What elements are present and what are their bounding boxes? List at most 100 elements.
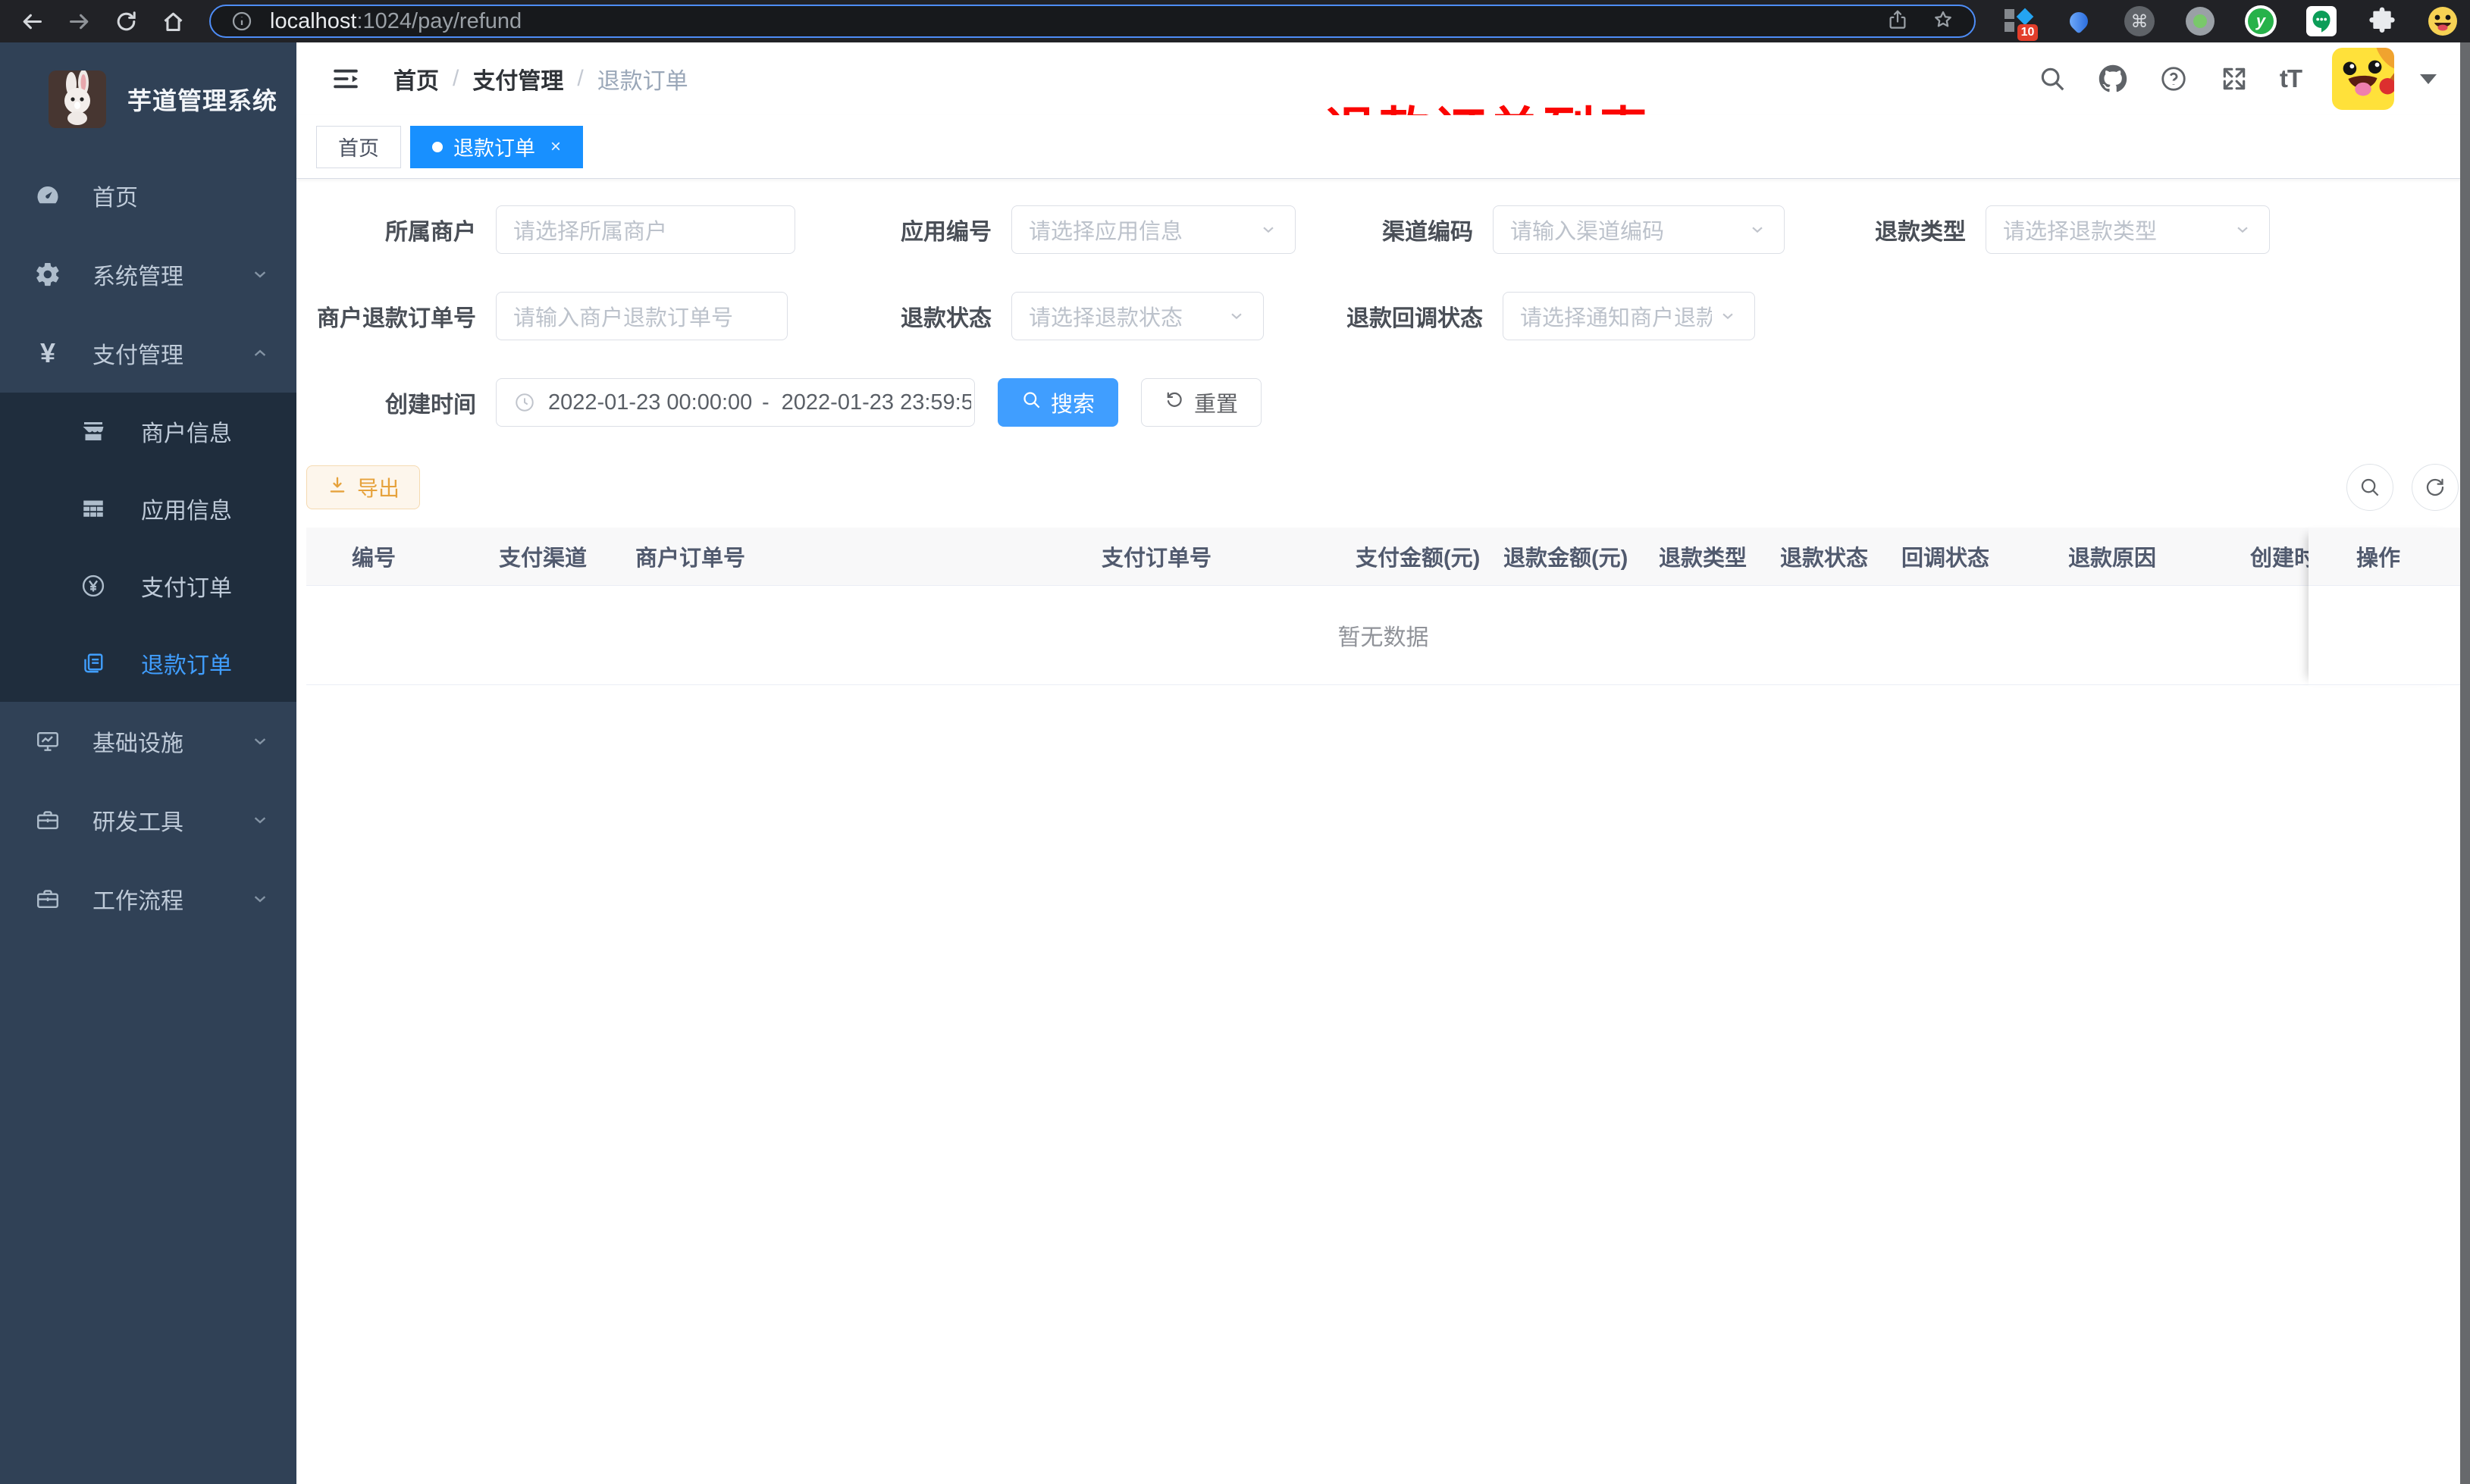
forward-icon[interactable]: [64, 6, 94, 36]
share-icon[interactable]: [1886, 8, 1909, 35]
search-button[interactable]: 搜索: [998, 378, 1119, 427]
recorder-extension-icon[interactable]: [2183, 5, 2217, 38]
page-scrollbar[interactable]: [2460, 42, 2470, 1484]
url-host: localhost: [270, 8, 357, 33]
avatar[interactable]: [2332, 48, 2394, 110]
table-header-cell: 支付订单号: [1102, 546, 1212, 571]
site-info-icon[interactable]: [230, 10, 253, 33]
sidebar: 芋道管理系统 首页 系统管理 ¥ 支付管理商户信息 应用信息支付订单退款订单基础设施研发…: [0, 42, 296, 1484]
create-time-range-picker[interactable]: 2022-01-23 00:00:00-2022-01-23 23:59:59: [496, 378, 975, 427]
table-fixed-body: [2309, 586, 2460, 685]
sidebar-item-merchant[interactable]: 商户信息: [0, 393, 296, 470]
y-extension-icon[interactable]: y: [2244, 5, 2277, 38]
content: 所属商户 请选择所属商户 应用编号 请选择应用信息 渠道编码 请输入渠道编码 退款类型 请选择…: [296, 179, 2470, 686]
close-icon[interactable]: ×: [550, 136, 561, 158]
filter-row: 所属商户 请选择所属商户 应用编号 请选择应用信息 渠道编码 请输入渠道编码 退款类型 请选择…: [306, 205, 2460, 255]
address-bar[interactable]: localhost:1024/pay/refund: [209, 5, 1976, 38]
filter-field-merchant-refund-no: 商户退款订单号 请输入商户退款订单号: [306, 292, 788, 340]
chevron-down-icon: [1718, 306, 1738, 326]
sidebar-item-label: 工作流程: [92, 889, 183, 914]
page-header: 首页/支付管理/退款订单 退款订单列表 tT: [296, 42, 2470, 161]
reset-button[interactable]: 重置: [1141, 378, 1262, 427]
filter-field-refund-status: 退款状态 请选择退款状态: [788, 292, 1264, 340]
emoji-extension-icon[interactable]: [2426, 5, 2459, 38]
merchant-input[interactable]: 请选择所属商户: [496, 205, 795, 254]
chevron-down-icon: [249, 809, 271, 831]
sidebar-item-system[interactable]: 系统管理: [0, 235, 296, 314]
download-icon: [327, 474, 348, 501]
empty-placeholder: 暂无数据: [306, 586, 2460, 685]
filter-label: 创建时间: [385, 393, 476, 418]
puzzle-extension-icon[interactable]: [2365, 5, 2399, 38]
chevron-down-icon[interactable]: [2420, 74, 2437, 84]
merchant-refund-no-input[interactable]: 请输入商户退款订单号: [496, 292, 788, 340]
sidebar-item-pay[interactable]: ¥ 支付管理: [0, 314, 296, 393]
channel-code-select[interactable]: 请输入渠道编码: [1493, 205, 1785, 254]
refresh-button[interactable]: [2412, 464, 2459, 511]
command-extension-icon[interactable]: ⌘: [2123, 5, 2156, 38]
table-header-cell: 商户订单号: [635, 546, 746, 571]
yen-icon: ¥: [39, 337, 56, 368]
export-button[interactable]: 导出: [306, 465, 421, 509]
sidebar-item-label: 支付管理: [92, 343, 183, 368]
grid-diamond-extension-icon[interactable]: 10: [2001, 5, 2038, 41]
sidebar-item-pay-order[interactable]: 支付订单: [0, 547, 296, 625]
placeholder-text: 请输入渠道编码: [1510, 220, 1665, 244]
briefcase-icon: [33, 884, 62, 913]
help-icon[interactable]: [2158, 64, 2189, 94]
app-logo[interactable]: 芋道管理系统: [0, 42, 296, 156]
search-icon[interactable]: [2037, 64, 2067, 94]
bookmark-star-icon[interactable]: [1932, 8, 1954, 35]
chevron-down-icon: [249, 888, 271, 909]
toggle-search-button[interactable]: [2346, 464, 2393, 511]
table-header-cell: 支付渠道: [499, 546, 588, 571]
refund-status-select[interactable]: 请选择退款状态: [1011, 292, 1264, 340]
reload-icon[interactable]: [111, 6, 141, 36]
home-icon[interactable]: [158, 6, 188, 36]
tab-active[interactable]: 退款订单 ×: [410, 125, 584, 168]
sidebar-item-workflow[interactable]: 工作流程: [0, 859, 296, 938]
table-toolbar: 导出: [306, 464, 2460, 511]
filter-row: 创建时间 2022-01-23 00:00:00-2022-01-23 23:59…: [306, 377, 2460, 427]
table-fixed-column: 操作: [2309, 528, 2460, 686]
chevron-down-icon: [1227, 306, 1246, 326]
extension-badge: 10: [2017, 24, 2038, 41]
refund-callback-status-select[interactable]: 请选择通知商户退款结果的: [1503, 292, 1755, 340]
sidebar-item-label: 基础设施: [92, 731, 183, 756]
sidebar-item-app[interactable]: 应用信息: [0, 470, 296, 547]
sidebar-item-refund-order[interactable]: 退款订单: [0, 625, 296, 702]
sidebar-item-label: 支付订单: [141, 576, 232, 601]
sidebar-toggle-icon[interactable]: [330, 63, 362, 95]
github-icon[interactable]: [2098, 64, 2128, 94]
back-icon[interactable]: [17, 6, 47, 36]
shop-icon: [79, 417, 108, 446]
placeholder-text: 请输入商户退款订单号: [513, 306, 734, 330]
app-no-select[interactable]: 请选择应用信息: [1011, 205, 1296, 254]
url-path: :1024/pay/refund: [356, 8, 522, 33]
kite-extension-icon[interactable]: [2062, 5, 2095, 38]
refund-type-select[interactable]: 请选择退款类型: [1986, 205, 2270, 254]
browser-chrome: localhost:1024/pay/refund 10 ⌘ y: [0, 0, 2470, 42]
sidebar-item-home[interactable]: 首页: [0, 156, 296, 235]
chat-extension-icon[interactable]: [2305, 5, 2338, 38]
clock-icon: [513, 391, 536, 414]
sidebar-menu: 首页 系统管理 ¥ 支付管理商户信息 应用信息支付订单退款订单基础设施研发工具工作流程: [0, 156, 296, 938]
table-header-cell: 退款类型: [1659, 546, 1747, 571]
breadcrumb-item[interactable]: 首页: [393, 62, 439, 95]
font-size-icon[interactable]: tT: [2280, 64, 2302, 93]
extension-row: 10 ⌘ y: [2001, 5, 2459, 41]
table-header-cell: 退款金额(元): [1503, 546, 1628, 571]
table-header-cell: 回调状态: [1901, 546, 1990, 571]
toolbox-icon: [33, 806, 62, 834]
breadcrumb-item[interactable]: 支付管理: [472, 62, 563, 95]
sidebar-item-infra[interactable]: 基础设施: [0, 702, 296, 781]
range-end-value: 2022-01-23 23:59:59: [781, 390, 971, 415]
table-header-cell: 编号: [352, 546, 397, 571]
sidebar-item-devtools[interactable]: 研发工具: [0, 781, 296, 859]
chevron-down-icon: [249, 731, 271, 752]
filter-label: 应用编号: [901, 220, 992, 245]
fullscreen-icon[interactable]: [2219, 64, 2249, 94]
filter-form: 所属商户 请选择所属商户 应用编号 请选择应用信息 渠道编码 请输入渠道编码 退款类型 请选择…: [306, 205, 2460, 427]
monitor-icon: [33, 727, 62, 756]
tab-item[interactable]: 首页: [316, 125, 401, 168]
